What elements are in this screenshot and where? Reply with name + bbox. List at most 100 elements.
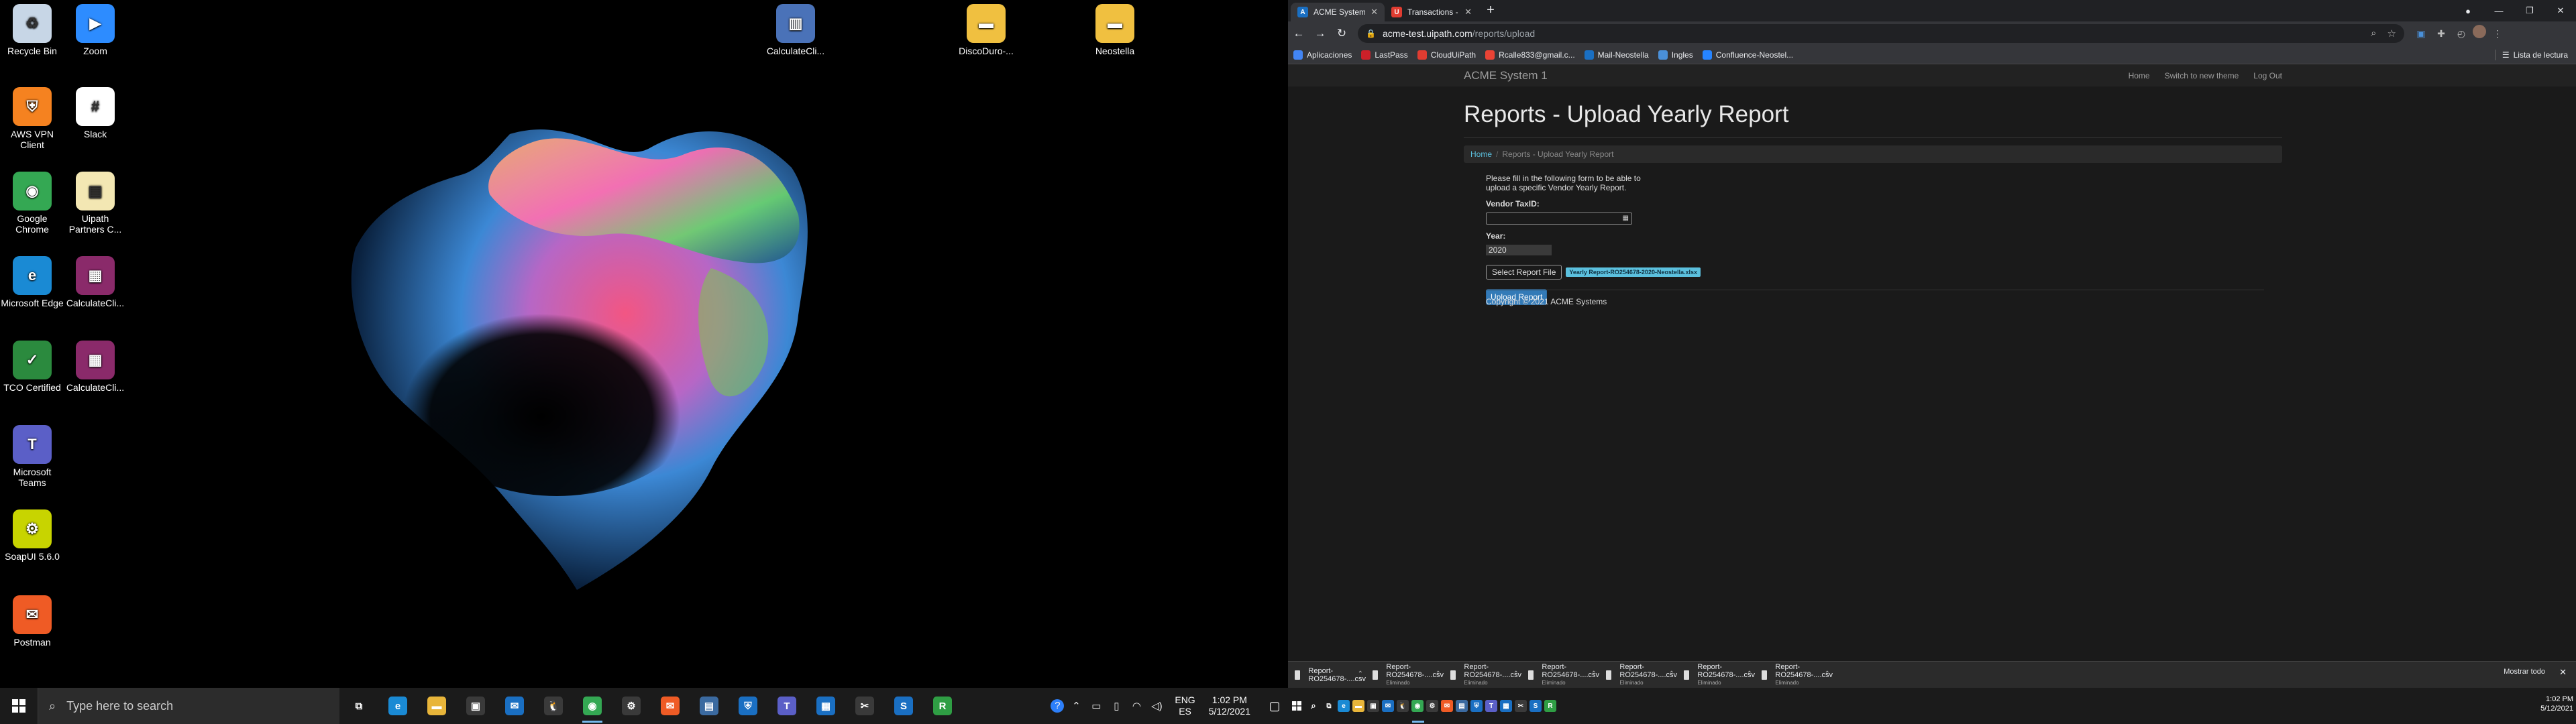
close-icon[interactable]: ✕ [1464,7,1472,17]
taskbar-app[interactable]: S [884,688,923,724]
bookmark-item[interactable]: Ingles [1658,50,1693,60]
menu-dots-icon[interactable]: ⋮ [2489,25,2506,42]
taskbar-app[interactable]: ✂ [1513,688,1529,724]
chevron-up-icon[interactable]: ⌃ [1068,700,1084,712]
reload-icon[interactable]: ↻ [1331,27,1352,40]
tab-acme-upload[interactable]: A ACME System 1 - Upload Yearly ✕ [1291,3,1385,21]
bookmark-star-icon[interactable]: ☆ [2387,27,2396,40]
site-brand[interactable]: ACME System 1 [1464,69,1548,82]
download-item[interactable]: Report-RO254678-....csv Eliminado ⌃ [1677,663,1755,686]
taskbar-app[interactable]: 🐧 [534,688,573,724]
desktop-icon[interactable]: ✉ Postman [0,595,64,648]
desktop-icon[interactable]: ♻ Recycle Bin [0,4,64,56]
extension-icon[interactable]: ▣ [2412,25,2430,42]
download-item[interactable]: Report-RO254678-....csv Eliminado ⌃ [1521,663,1599,686]
reading-list-button[interactable]: ☰ Lista de lectura [2494,50,2568,60]
battery-icon[interactable]: ▭ [1088,700,1104,712]
tab-orchestrator[interactable]: U Transactions - UiPath Orchestrat ✕ [1385,3,1479,21]
taskbar-app[interactable]: ✉ [651,688,690,724]
taskbar-app[interactable]: ⚙ [612,688,651,724]
bookmark-item[interactable]: CloudUiPath [1417,50,1476,60]
extensions-puzzle-icon[interactable]: ✚ [2432,25,2450,42]
chevron-up-icon[interactable]: ⌃ [1747,670,1752,678]
desktop-icon[interactable]: ▬ DiscoDuro-... [954,4,1018,56]
download-item[interactable]: Report-RO254678-....csv Eliminado ⌃ [1444,663,1521,686]
taskbar-app[interactable]: ▦ [806,688,845,724]
clock[interactable]: 1:02 PM 5/12/2021 [2540,695,2573,713]
bookmark-item[interactable]: Rcalle833@gmail.c... [1485,50,1575,60]
taskbar-app[interactable]: S [1527,688,1544,724]
bookmark-item[interactable]: Confluence-Neostel... [1702,50,1793,60]
chevron-up-icon[interactable]: ⌃ [1669,670,1674,678]
taskbar-app[interactable]: T [767,688,806,724]
desktop-icon[interactable]: T Microsoft Teams [0,425,64,488]
taskbar-app[interactable]: ▤ [1454,688,1470,724]
taskbar-app[interactable]: R [923,688,962,724]
sync-icon[interactable]: ◴ [2453,25,2470,42]
desktop-icon[interactable]: ▦ CalculateCli... [63,256,127,308]
desktop-icon[interactable]: ▶ Zoom [63,4,127,56]
avatar[interactable] [2473,25,2486,38]
chevron-up-icon[interactable]: ⌃ [1436,670,1441,678]
zoom-search-icon[interactable]: ⌕ [2371,27,2376,40]
taskbar-app[interactable]: ▬ [417,688,456,724]
taskbar-app[interactable]: e [378,688,417,724]
volume-icon[interactable]: ◁) [1148,700,1165,712]
start-button[interactable] [1288,701,1305,711]
taskbar-app[interactable]: ⛨ [729,688,767,724]
chevron-up-icon[interactable]: ⌃ [1825,670,1830,678]
taskbar-app[interactable]: ⛨ [1468,688,1485,724]
close-icon[interactable]: ✕ [1371,7,1378,17]
wifi-icon[interactable]: ◠ [1128,700,1144,712]
minimize-icon[interactable]: — [2483,0,2514,21]
chevron-up-icon[interactable]: ⌃ [1358,670,1363,678]
taskbar-app[interactable]: 🐧 [1395,688,1411,724]
desktop-icon[interactable]: ▥ CalculateCli... [763,4,828,56]
language-indicator[interactable]: ENG ES [1175,695,1195,717]
bookmark-item[interactable]: Mail-Neostella [1584,50,1649,60]
select-report-file-button[interactable]: Select Report File [1486,265,1562,280]
download-item[interactable]: Report-RO254678-....csv Eliminado ⌃ [1366,663,1444,686]
desktop-icon[interactable]: ✓ TCO Certified [0,341,64,393]
vendor-taxid-input[interactable]: ▦ [1486,213,1632,225]
start-button[interactable] [0,688,38,724]
notification-center-icon[interactable]: ▢ [1261,699,1288,713]
breadcrumb-home-link[interactable]: Home [1470,149,1492,159]
taskbar-app[interactable]: T [1483,688,1499,724]
nav-home-link[interactable]: Home [2129,71,2150,80]
back-icon[interactable]: ← [1288,27,1309,40]
desktop-icon[interactable]: # Slack [63,87,127,139]
taskbar-app[interactable]: ✉ [1380,688,1396,724]
new-tab-button[interactable]: + [1481,3,1500,18]
desktop-icon[interactable]: ▤ Uipath Partners C... [63,172,127,235]
nav-switch-theme-link[interactable]: Switch to new theme [2165,71,2239,80]
keyboard-icon[interactable]: ▦ [1623,215,1629,222]
clock[interactable]: 1:02 PM 5/12/2021 [1209,695,1250,717]
restore-icon[interactable]: ❐ [2514,0,2545,21]
taskbar-app[interactable]: ✉ [1439,688,1455,724]
download-item[interactable]: Report-RO254678-....csv Eliminado ⌃ [1755,663,1833,686]
desktop-icon[interactable]: e Microsoft Edge [0,256,64,308]
desktop-icon[interactable]: ▬ Neostella [1083,4,1147,56]
taskbar-app[interactable]: e [1336,688,1352,724]
taskbar-app[interactable]: ⧉ [1321,688,1337,724]
taskbar-app[interactable]: ▬ [1350,688,1366,724]
taskbar-app[interactable]: ▦ [1498,688,1514,724]
forward-icon[interactable]: → [1309,27,1331,40]
taskbar-app[interactable]: ◉ [573,688,612,724]
close-icon[interactable]: ✕ [2559,667,2567,678]
year-select[interactable]: 2020 [1486,245,1552,255]
search-icon[interactable]: ⌕ [1305,688,1322,724]
taskbar-app[interactable]: ⚙ [1424,688,1440,724]
bookmark-item[interactable]: Aplicaciones [1293,50,1352,60]
desktop-icon[interactable]: ⚙ SoapUI 5.6.0 [0,509,64,562]
show-all-downloads-button[interactable]: Mostrar todo [2504,668,2545,676]
taskbar-app[interactable]: ▣ [456,688,495,724]
profile-indicator-icon[interactable]: ● [2453,0,2483,21]
desktop-icon[interactable]: ◉ Google Chrome [0,172,64,235]
bookmark-item[interactable]: LastPass [1361,50,1408,60]
taskbar-app[interactable]: ◉ [1409,688,1426,724]
help-icon[interactable]: ? [1051,699,1065,713]
chevron-up-icon[interactable]: ⌃ [1513,670,1519,678]
close-window-icon[interactable]: ✕ [2545,0,2576,21]
